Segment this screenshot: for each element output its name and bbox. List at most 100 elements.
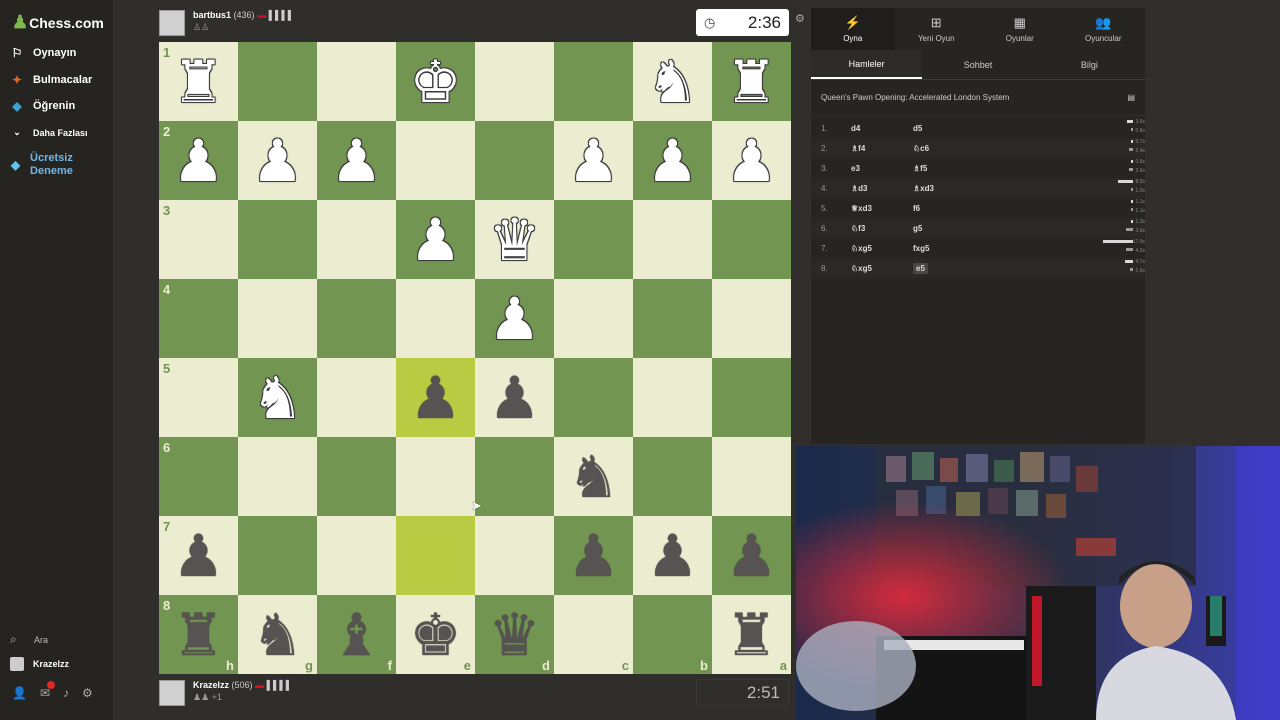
- square-c3[interactable]: [554, 200, 633, 279]
- square-c8[interactable]: c: [554, 595, 633, 674]
- white-move[interactable]: e3: [851, 164, 913, 173]
- white-move[interactable]: ♘xg5: [851, 244, 913, 253]
- tab-play[interactable]: ⚡ Oyna: [811, 8, 895, 50]
- white-pawn-icon[interactable]: ♟: [489, 290, 541, 348]
- black-move[interactable]: d5: [913, 124, 975, 133]
- square-h2[interactable]: 2 ♟: [159, 121, 238, 200]
- white-pawn-icon[interactable]: ♟: [568, 132, 620, 190]
- white-pawn-icon[interactable]: ♟: [252, 132, 304, 190]
- nav-profile[interactable]: Krazelzz: [10, 657, 69, 671]
- top-player[interactable]: bartbus1 (436) ▬ ▌▌▌▌ ♙♙: [159, 10, 294, 36]
- square-b3[interactable]: [633, 200, 712, 279]
- black-pawn-icon[interactable]: ♟: [489, 369, 541, 427]
- black-king-icon[interactable]: ♚: [410, 606, 462, 664]
- square-g1[interactable]: [238, 42, 317, 121]
- square-b2[interactable]: ♟: [633, 121, 712, 200]
- black-move[interactable]: e5: [913, 262, 975, 274]
- nav-more[interactable]: ⌄ Daha Fazlası: [10, 127, 87, 138]
- square-d8[interactable]: d ♛: [475, 595, 554, 674]
- black-pawn-icon[interactable]: ♟: [568, 527, 620, 585]
- square-d3[interactable]: ♛: [475, 200, 554, 279]
- white-pawn-icon[interactable]: ♟: [331, 132, 383, 190]
- square-c6[interactable]: ♞: [554, 437, 633, 516]
- board-settings-icon[interactable]: ⚙: [795, 12, 805, 25]
- square-e8[interactable]: e ♚: [396, 595, 475, 674]
- square-h7[interactable]: 7 ♟: [159, 516, 238, 595]
- square-d7[interactable]: [475, 516, 554, 595]
- nav-puzzles[interactable]: ✦ Bulmacalar: [10, 73, 92, 87]
- square-f3[interactable]: [317, 200, 396, 279]
- square-b4[interactable]: [633, 279, 712, 358]
- square-h1[interactable]: 1 ♜: [159, 42, 238, 121]
- black-move[interactable]: g5: [913, 224, 975, 233]
- black-move[interactable]: ♘c6: [913, 144, 975, 153]
- square-h4[interactable]: 4: [159, 279, 238, 358]
- square-d2[interactable]: [475, 121, 554, 200]
- white-move[interactable]: ♘f3: [851, 224, 913, 233]
- square-c4[interactable]: [554, 279, 633, 358]
- square-g5[interactable]: ♞: [238, 358, 317, 437]
- square-a4[interactable]: [712, 279, 791, 358]
- square-a2[interactable]: ♟: [712, 121, 791, 200]
- white-pawn-icon[interactable]: ♟: [726, 132, 778, 190]
- chess-board[interactable]: 1 ♜ ♚ ♞ ♜ 2 ♟ ♟ ♟ ♟ ♟ ♟ 3 ♟ ♛ 4 ♟ 5 ♞ ♟ ♟ 6 ♞ 7 ♟ ♟ ♟ ♟ 8 h ♜ g ♞ f ♝ e ♚ d ♛ c…: [159, 42, 791, 674]
- white-king-icon[interactable]: ♚: [410, 53, 462, 111]
- black-move[interactable]: ♗f5: [913, 164, 975, 173]
- black-move[interactable]: f6: [913, 204, 975, 213]
- white-knight-icon[interactable]: ♞: [252, 369, 304, 427]
- white-move[interactable]: ♘xg5: [851, 264, 913, 273]
- square-g7[interactable]: [238, 516, 317, 595]
- opening-name[interactable]: Queen's Pawn Opening: Accelerated London…: [821, 93, 1009, 102]
- square-f8[interactable]: f ♝: [317, 595, 396, 674]
- square-e6[interactable]: [396, 437, 475, 516]
- square-d6[interactable]: [475, 437, 554, 516]
- white-move[interactable]: d4: [851, 124, 913, 133]
- white-pawn-icon[interactable]: ♟: [647, 132, 699, 190]
- square-d4[interactable]: ♟: [475, 279, 554, 358]
- white-pawn-icon[interactable]: ♟: [173, 132, 225, 190]
- mail-icon[interactable]: ✉: [40, 681, 56, 700]
- bottom-player[interactable]: Krazelzz (506) ▬ ▌▌▌▌ ♟♟ +1: [159, 680, 292, 706]
- nav-learn[interactable]: ◆ Öğrenin: [10, 99, 75, 113]
- bell-icon[interactable]: ♪: [63, 686, 69, 700]
- square-g2[interactable]: ♟: [238, 121, 317, 200]
- square-h3[interactable]: 3: [159, 200, 238, 279]
- square-c7[interactable]: ♟: [554, 516, 633, 595]
- square-b7[interactable]: ♟: [633, 516, 712, 595]
- friends-icon[interactable]: 👤: [12, 686, 27, 700]
- tab-info[interactable]: Bilgi: [1034, 50, 1145, 79]
- square-b1[interactable]: ♞: [633, 42, 712, 121]
- black-bishop-icon[interactable]: ♝: [331, 606, 383, 664]
- square-h8[interactable]: 8 h ♜: [159, 595, 238, 674]
- square-h6[interactable]: 6: [159, 437, 238, 516]
- square-e7[interactable]: [396, 516, 475, 595]
- square-a7[interactable]: ♟: [712, 516, 791, 595]
- white-pawn-icon[interactable]: ♟: [410, 211, 462, 269]
- black-move[interactable]: ♗xd3: [913, 184, 975, 193]
- black-queen-icon[interactable]: ♛: [489, 606, 541, 664]
- chess-logo[interactable]: ♟ Chess.com: [12, 12, 104, 33]
- square-g6[interactable]: [238, 437, 317, 516]
- square-f2[interactable]: ♟: [317, 121, 396, 200]
- square-e1[interactable]: ♚: [396, 42, 475, 121]
- white-move[interactable]: ♗d3: [851, 184, 913, 193]
- black-pawn-icon[interactable]: ♟: [647, 527, 699, 585]
- black-knight-icon[interactable]: ♞: [252, 606, 304, 664]
- black-pawn-icon[interactable]: ♟: [726, 527, 778, 585]
- black-rook-icon[interactable]: ♜: [173, 606, 225, 664]
- square-a3[interactable]: [712, 200, 791, 279]
- square-a1[interactable]: ♜: [712, 42, 791, 121]
- tab-games[interactable]: ▦ Oyunlar: [978, 8, 1062, 50]
- square-c1[interactable]: [554, 42, 633, 121]
- book-icon[interactable]: ▤: [1127, 93, 1135, 102]
- square-c5[interactable]: [554, 358, 633, 437]
- black-pawn-icon[interactable]: ♟: [173, 527, 225, 585]
- black-move[interactable]: fxg5: [913, 244, 975, 253]
- square-a5[interactable]: [712, 358, 791, 437]
- white-rook-icon[interactable]: ♜: [726, 53, 778, 111]
- square-g8[interactable]: g ♞: [238, 595, 317, 674]
- square-f5[interactable]: [317, 358, 396, 437]
- square-a8[interactable]: a ♜: [712, 595, 791, 674]
- square-b5[interactable]: [633, 358, 712, 437]
- square-g4[interactable]: [238, 279, 317, 358]
